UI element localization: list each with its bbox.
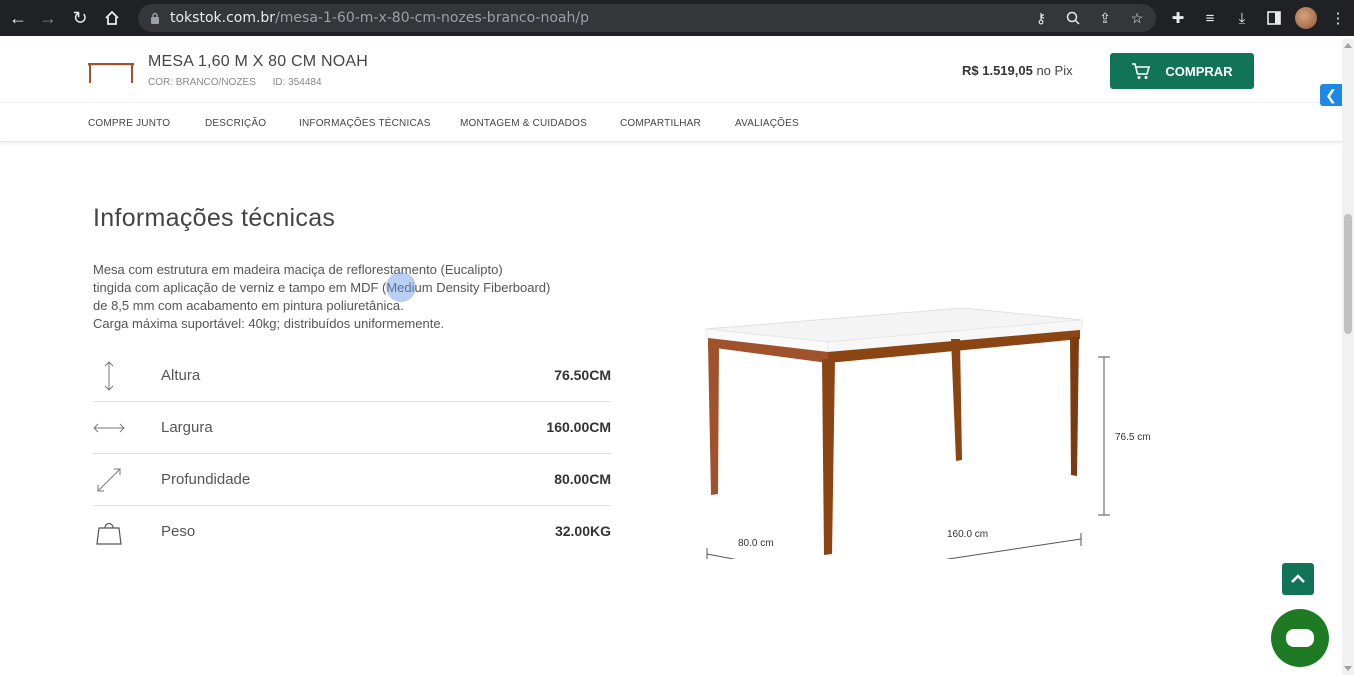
nav-montagem-cuidados[interactable]: MONTAGEM & CUIDADOS xyxy=(460,118,587,129)
spec-row-largura: Largura 160.00CM xyxy=(93,402,611,454)
media-playlist-icon[interactable]: ≡ xyxy=(1198,6,1222,30)
product-meta: COR: BRANCO/NOZES ID: 354484 xyxy=(148,77,336,88)
width-dimension-label: 160.0 cm xyxy=(947,529,989,540)
page-scrollbar[interactable] xyxy=(1342,39,1354,675)
depth-dimension-label: 80.0 cm xyxy=(738,538,774,549)
chat-bubble-icon xyxy=(1286,629,1314,647)
back-to-top-button[interactable] xyxy=(1282,563,1314,595)
back-icon[interactable]: ← xyxy=(2,2,34,34)
cart-icon xyxy=(1132,63,1151,79)
key-icon[interactable]: ⚷ xyxy=(1030,7,1052,29)
section-navigation: COMPRE JUNTO DESCRIÇÃO INFORMAÇÕES TÉCNI… xyxy=(0,104,1342,142)
url-text: tokstok.com.br/mesa-1-60-m-x-80-cm-nozes… xyxy=(170,10,589,26)
scroll-thumb[interactable] xyxy=(1344,214,1352,334)
home-icon[interactable] xyxy=(96,2,128,34)
buy-button[interactable]: COMPRAR xyxy=(1110,53,1254,89)
chevron-up-icon xyxy=(1291,574,1305,583)
browser-menu-icon[interactable]: ⋮ xyxy=(1326,6,1350,30)
side-panel-icon[interactable] xyxy=(1262,6,1286,30)
section-heading: Informações técnicas xyxy=(93,204,336,232)
weight-icon xyxy=(96,522,122,545)
download-icon[interactable]: ⤓ xyxy=(1230,6,1254,30)
profile-avatar[interactable] xyxy=(1294,6,1318,30)
page-content: MESA 1,60 M X 80 CM NOAH COR: BRANCO/NOZ… xyxy=(0,39,1342,675)
product-color: COR: BRANCO/NOZES xyxy=(148,77,256,88)
table-dimension-illustration: 76.5 cm xyxy=(705,307,1151,559)
height-dimension-label: 76.5 cm xyxy=(1115,432,1151,443)
chevron-left-icon: ❮ xyxy=(1325,86,1337,103)
reload-icon[interactable]: ↻ xyxy=(64,2,96,34)
product-id: ID: 354484 xyxy=(272,77,322,88)
forward-icon[interactable]: → xyxy=(32,2,64,34)
scroll-down-arrow[interactable] xyxy=(1344,666,1352,671)
nav-compartilhar[interactable]: COMPARTILHAR xyxy=(620,118,701,129)
product-price: R$ 1.519,05 no Pix xyxy=(962,63,1073,78)
side-panel-toggle[interactable]: ❮ xyxy=(1320,84,1342,106)
spec-row-profundidade: Profundidade 80.00CM xyxy=(93,454,611,506)
width-arrows-icon xyxy=(93,423,125,433)
address-bar[interactable]: tokstok.com.br/mesa-1-60-m-x-80-cm-nozes… xyxy=(138,4,1156,32)
nav-informacoes-tecnicas[interactable]: INFORMAÇÕES TÉCNICAS xyxy=(299,118,431,129)
sticky-product-header: MESA 1,60 M X 80 CM NOAH COR: BRANCO/NOZ… xyxy=(0,39,1342,106)
browser-toolbar: ← → ↻ tokstok.com.br/mesa-1-60-m-x-80-cm… xyxy=(0,0,1354,36)
zoom-icon[interactable] xyxy=(1062,7,1084,29)
nav-descricao[interactable]: DESCRIÇÃO xyxy=(205,118,266,129)
product-title: MESA 1,60 M X 80 CM NOAH xyxy=(148,53,368,70)
chat-button[interactable] xyxy=(1271,609,1329,667)
product-thumbnail[interactable] xyxy=(87,61,135,85)
product-description: Mesa com estrutura em madeira maciça de … xyxy=(93,262,551,331)
nav-compre-junto[interactable]: COMPRE JUNTO xyxy=(88,118,170,129)
nav-avaliacoes[interactable]: AVALIAÇÕES xyxy=(735,118,799,129)
spec-list: Altura 76.50CM Largura 160.00CM Profundi… xyxy=(93,350,611,558)
lock-icon xyxy=(151,12,159,24)
cursor-highlight xyxy=(386,272,416,302)
depth-arrows-icon xyxy=(97,468,121,492)
spec-row-altura: Altura 76.50CM xyxy=(93,350,611,402)
scroll-up-arrow[interactable] xyxy=(1344,43,1352,48)
height-arrows-icon xyxy=(104,361,114,391)
share-icon[interactable]: ⇪ xyxy=(1094,7,1116,29)
bookmark-star-icon[interactable]: ☆ xyxy=(1126,7,1148,29)
spec-row-peso: Peso 32.00KG xyxy=(93,506,611,558)
extensions-puzzle-icon[interactable]: ✚ xyxy=(1166,6,1190,30)
